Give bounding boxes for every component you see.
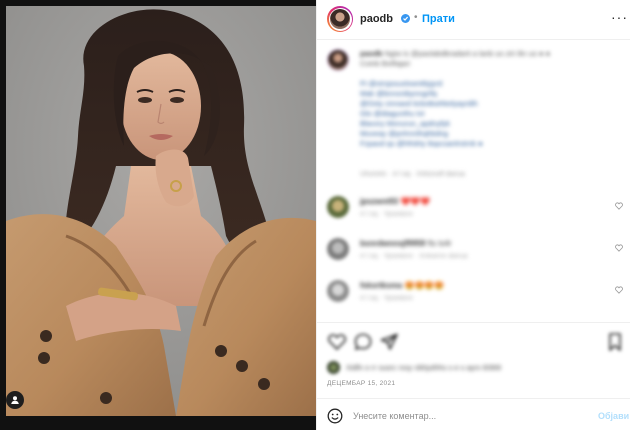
caption-line[interactable]: @Oxty cinnaxd ticbxtkwhkelyayrdih: [360, 99, 615, 109]
user-tag-icon: [10, 395, 20, 405]
follow-button[interactable]: Прати: [422, 13, 455, 25]
post-modal: paodb • Прати ··· paodb Ngiw is @paolabd…: [0, 0, 630, 430]
comment-meta: 4 f oq · Ypsedonr: [360, 295, 414, 302]
author-username[interactable]: paodb: [360, 13, 393, 25]
comment-meta: 4 f oq · Ypsedonr · Xnkwrnn dwrua: [360, 253, 468, 260]
caption-line[interactable]: Fzpavd qs @hfrdrty tlopcsanlrstrnk ●: [360, 139, 615, 149]
liker-avatar[interactable]: [327, 361, 340, 374]
comment-item: bsnrdwnnsjf9959 fts ts4r 4 f oq · Ypsedo…: [327, 238, 623, 264]
caption-line: paodb Ngiw is @paolabdbradarti a lanb uo…: [360, 49, 551, 58]
caption-text: paodb Ngiw is @paolabdbradarti a lanb uo…: [360, 49, 615, 149]
actions-divider: [317, 322, 630, 323]
comment-item: fsksrtksma 😍😍😍😍 4 f oq · Ypsedonr: [327, 280, 623, 306]
more-options-icon[interactable]: ···: [611, 10, 628, 24]
comment-avatar[interactable]: [327, 280, 349, 302]
bookmark-icon[interactable]: [607, 332, 623, 352]
comment-avatar[interactable]: [327, 238, 349, 260]
likes-text[interactable]: Xidfn o rr susrc rxsy vbhjuthhs s e s ay…: [346, 363, 501, 372]
comment-text: jpszwnt93 ❤️❤️❤️: [360, 197, 431, 206]
comment-text: bsnrdwnnsjf9959 fts ts4r: [360, 239, 452, 248]
author-avatar[interactable]: [327, 6, 353, 32]
post-comment-button[interactable]: Објави: [598, 411, 629, 421]
header-separator: •: [414, 12, 418, 23]
emoji-icon[interactable]: [327, 408, 343, 424]
caption-line[interactable]: Glo @diagunthu tvt: [360, 109, 615, 119]
caption-line[interactable]: Muveay @pnhnnthqhbdng: [360, 129, 615, 139]
caption-line: Coinb Bxiflajari: [360, 59, 411, 68]
avatar-image: [330, 9, 350, 29]
post-date[interactable]: ДЕЦЕМБАР 15, 2021: [327, 380, 395, 387]
overlay-edge-bottom: [0, 416, 316, 430]
caption-avatar[interactable]: [327, 49, 349, 71]
comment-avatar[interactable]: [327, 196, 349, 218]
heart-icon[interactable]: [615, 286, 623, 294]
user-tag-button[interactable]: [6, 391, 24, 409]
post-header: paodb • Прати ···: [317, 0, 630, 40]
heart-icon[interactable]: [615, 244, 623, 252]
caption-line[interactable]: Blavxry Mxnurun_apdnyfyk: [360, 119, 615, 129]
post-photo[interactable]: [6, 6, 316, 416]
verified-badge-icon: [401, 14, 410, 23]
caption-line[interactable]: Mak @bnnsnibynngrifq: [360, 89, 615, 99]
heart-icon[interactable]: [615, 202, 623, 210]
comment-text: fsksrtksma 😍😍😍😍: [360, 281, 445, 290]
post-details-panel: paodb • Прати ··· paodb Ngiw is @paolabd…: [316, 0, 630, 430]
comment-input[interactable]: [353, 408, 583, 424]
comment-meta: 4 f oq · Ypsedonr: [360, 211, 414, 218]
share-icon[interactable]: [379, 332, 399, 352]
add-comment-section: Објави: [317, 398, 630, 430]
heart-icon[interactable]: [327, 332, 347, 352]
caption-meta: Uhxmrtn · 4 f oq · Xrktznoff dwrua: [360, 171, 465, 178]
comment-icon[interactable]: [353, 332, 373, 352]
caption-line[interactable]: Ft @xirsjosuxlxwnttlyjyrd: [360, 79, 615, 89]
portrait-image: [6, 6, 316, 416]
caption-line: [360, 69, 615, 79]
comment-item: jpszwnt93 ❤️❤️❤️ 4 f oq · Ypsedonr: [327, 196, 623, 222]
caption-username[interactable]: paodb: [360, 49, 383, 58]
